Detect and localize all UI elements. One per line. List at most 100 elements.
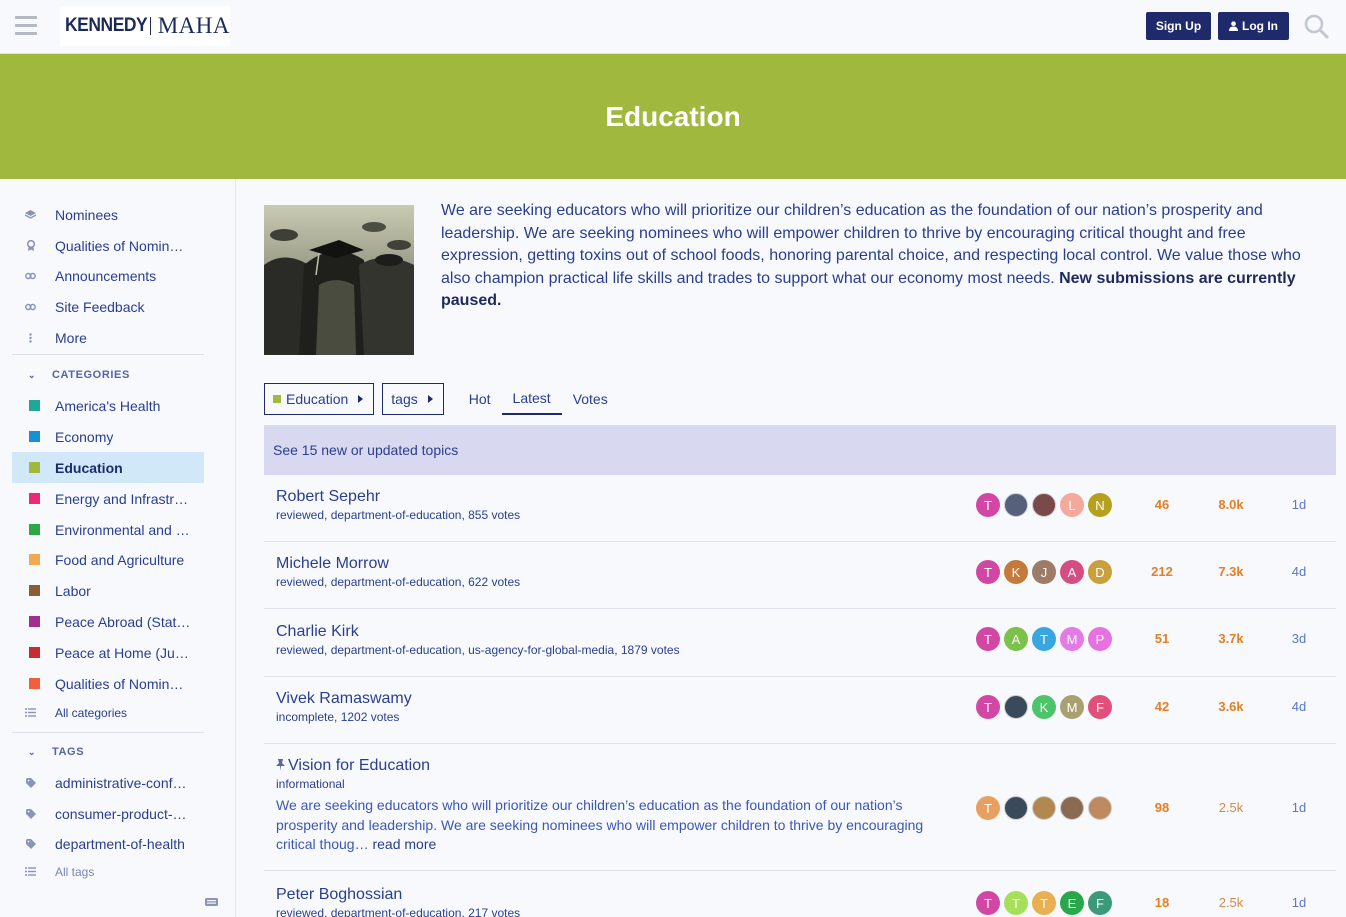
log-in-button[interactable]: Log In (1218, 12, 1289, 40)
avatar[interactable] (1032, 796, 1056, 820)
topic-tag[interactable]: reviewed (276, 906, 324, 917)
new-topics-banner[interactable]: See 15 new or updated topics (264, 425, 1336, 475)
topic-tag[interactable]: department-of-education (331, 575, 462, 589)
topic-row[interactable]: Robert Sepehr reviewed, department-of-ed… (264, 475, 1336, 542)
topic-replies[interactable]: 98 (1132, 800, 1192, 815)
topic-tag[interactable]: department-of-education (331, 508, 462, 522)
avatar[interactable] (1004, 493, 1028, 517)
topic-row[interactable]: Vivek Ramaswamy incomplete, 1202 votes T… (264, 677, 1336, 744)
avatar[interactable]: J (1032, 560, 1056, 584)
avatar[interactable]: T (1032, 891, 1056, 915)
avatar[interactable]: F (1088, 695, 1112, 719)
topic-replies[interactable]: 212 (1132, 564, 1192, 579)
topic-title[interactable]: Vision for Education (288, 757, 430, 774)
sidebar-category-environmental[interactable]: Environmental and Natural Resources (12, 514, 204, 545)
topic-tag[interactable]: department-of-education (331, 906, 462, 917)
tab-latest[interactable]: Latest (501, 383, 562, 415)
avatar[interactable] (1032, 493, 1056, 517)
sidebar-category-education[interactable]: Education (12, 452, 204, 483)
avatar[interactable]: N (1088, 493, 1112, 517)
topic-activity[interactable]: 1d (1269, 800, 1329, 815)
topic-replies[interactable]: 18 (1132, 895, 1192, 910)
sidebar-all-categories[interactable]: All categories (12, 697, 204, 728)
avatar[interactable]: T (976, 493, 1000, 517)
sidebar-tag-administrative[interactable]: administrative-conference (12, 767, 204, 798)
topic-activity[interactable]: 4d (1269, 699, 1329, 714)
avatar[interactable]: T (976, 891, 1000, 915)
search-icon[interactable] (1303, 13, 1329, 39)
avatar[interactable]: A (1004, 627, 1028, 651)
topic-tag[interactable]: informational (276, 777, 345, 791)
sign-up-button[interactable]: Sign Up (1146, 12, 1211, 40)
sidebar-item-qualities[interactable]: Qualities of Nominees (12, 230, 204, 261)
sidebar-category-peace-home[interactable]: Peace at Home (Justice, Homeland) (12, 637, 204, 668)
avatar[interactable]: T (1032, 627, 1056, 651)
topic-title[interactable]: Charlie Kirk (276, 623, 359, 641)
avatar[interactable]: T (1004, 891, 1028, 915)
site-logo[interactable]: KENNEDY MAHA (60, 6, 230, 46)
sidebar-category-economy[interactable]: Economy (12, 421, 204, 452)
sidebar-category-americas-health[interactable]: America's Health (12, 390, 204, 421)
topic-activity[interactable]: 1d (1269, 497, 1329, 512)
avatar[interactable]: T (976, 695, 1000, 719)
avatar[interactable] (1004, 796, 1028, 820)
avatar[interactable]: L (1060, 493, 1084, 517)
sidebar-item-more[interactable]: More (12, 322, 204, 353)
avatar[interactable]: T (976, 796, 1000, 820)
tags-section-header[interactable]: ⌄ TAGS (12, 742, 204, 762)
topic-tag[interactable]: incomplete (276, 710, 334, 724)
sidebar-item-announcements[interactable]: Announcements (12, 260, 204, 291)
avatar[interactable]: T (976, 560, 1000, 584)
hamburger-menu-icon[interactable] (15, 16, 37, 35)
topic-activity[interactable]: 1d (1269, 895, 1329, 910)
topic-row[interactable]: Michele Morrow reviewed, department-of-e… (264, 542, 1336, 609)
topic-title[interactable]: Michele Morrow (276, 555, 389, 573)
avatar[interactable]: D (1088, 560, 1112, 584)
avatar[interactable]: M (1060, 627, 1084, 651)
sidebar-tag-department-of-health[interactable]: department-of-health (12, 828, 204, 859)
sidebar-tag-consumer-product[interactable]: consumer-product-safety (12, 798, 204, 829)
sidebar-category-food[interactable]: Food and Agriculture (12, 544, 204, 575)
sidebar-category-labor[interactable]: Labor (12, 575, 204, 606)
topic-replies[interactable]: 51 (1132, 631, 1192, 646)
topic-title-wrap[interactable]: Vision for Education (276, 757, 430, 775)
topic-activity[interactable]: 4d (1269, 564, 1329, 579)
tab-votes[interactable]: Votes (562, 383, 619, 415)
avatar[interactable] (1004, 695, 1028, 719)
sidebar-item-site-feedback[interactable]: Site Feedback (12, 291, 204, 322)
read-more-link[interactable]: read more (372, 836, 436, 852)
avatar[interactable]: T (976, 627, 1000, 651)
tab-hot[interactable]: Hot (458, 383, 502, 415)
avatar[interactable]: A (1060, 560, 1084, 584)
avatar[interactable]: E (1060, 891, 1084, 915)
topic-title[interactable]: Peter Boghossian (276, 886, 402, 904)
topic-excerpt[interactable]: We are seeking educators who will priori… (276, 796, 936, 855)
sidebar-category-qualities[interactable]: Qualities of Nominees (12, 668, 204, 699)
topic-row-pinned[interactable]: Vision for Education informational We ar… (264, 744, 1336, 871)
topic-tag[interactable]: us-agency-for-global-media (468, 643, 614, 657)
topic-tag[interactable]: department-of-education (331, 643, 462, 657)
topic-tag[interactable]: reviewed (276, 508, 324, 522)
keyboard-shortcuts-icon[interactable] (205, 897, 218, 907)
topic-title[interactable]: Vivek Ramaswamy (276, 690, 412, 708)
topic-row[interactable]: Peter Boghossian reviewed, department-of… (264, 871, 1336, 917)
avatar[interactable] (1088, 796, 1112, 820)
avatar[interactable]: K (1004, 560, 1028, 584)
sidebar-all-tags[interactable]: All tags (12, 856, 204, 887)
topic-tag[interactable]: reviewed (276, 643, 324, 657)
sidebar-item-nominees[interactable]: Nominees (12, 199, 204, 230)
topic-replies[interactable]: 46 (1132, 497, 1192, 512)
avatar[interactable]: M (1060, 695, 1084, 719)
avatar[interactable]: P (1088, 627, 1112, 651)
sidebar-category-peace-abroad[interactable]: Peace Abroad (State, Defense) (12, 606, 204, 637)
topic-row[interactable]: Charlie Kirk reviewed, department-of-edu… (264, 609, 1336, 677)
sidebar-category-energy[interactable]: Energy and Infrastructure (12, 483, 204, 514)
avatar[interactable]: K (1032, 695, 1056, 719)
topic-title[interactable]: Robert Sepehr (276, 488, 380, 506)
topic-activity[interactable]: 3d (1269, 631, 1329, 646)
category-filter-dropdown[interactable]: Education (264, 383, 375, 415)
categories-section-header[interactable]: ⌄ CATEGORIES (12, 365, 204, 385)
topic-replies[interactable]: 42 (1132, 699, 1192, 714)
topic-tag[interactable]: reviewed (276, 575, 324, 589)
avatar[interactable] (1060, 796, 1084, 820)
